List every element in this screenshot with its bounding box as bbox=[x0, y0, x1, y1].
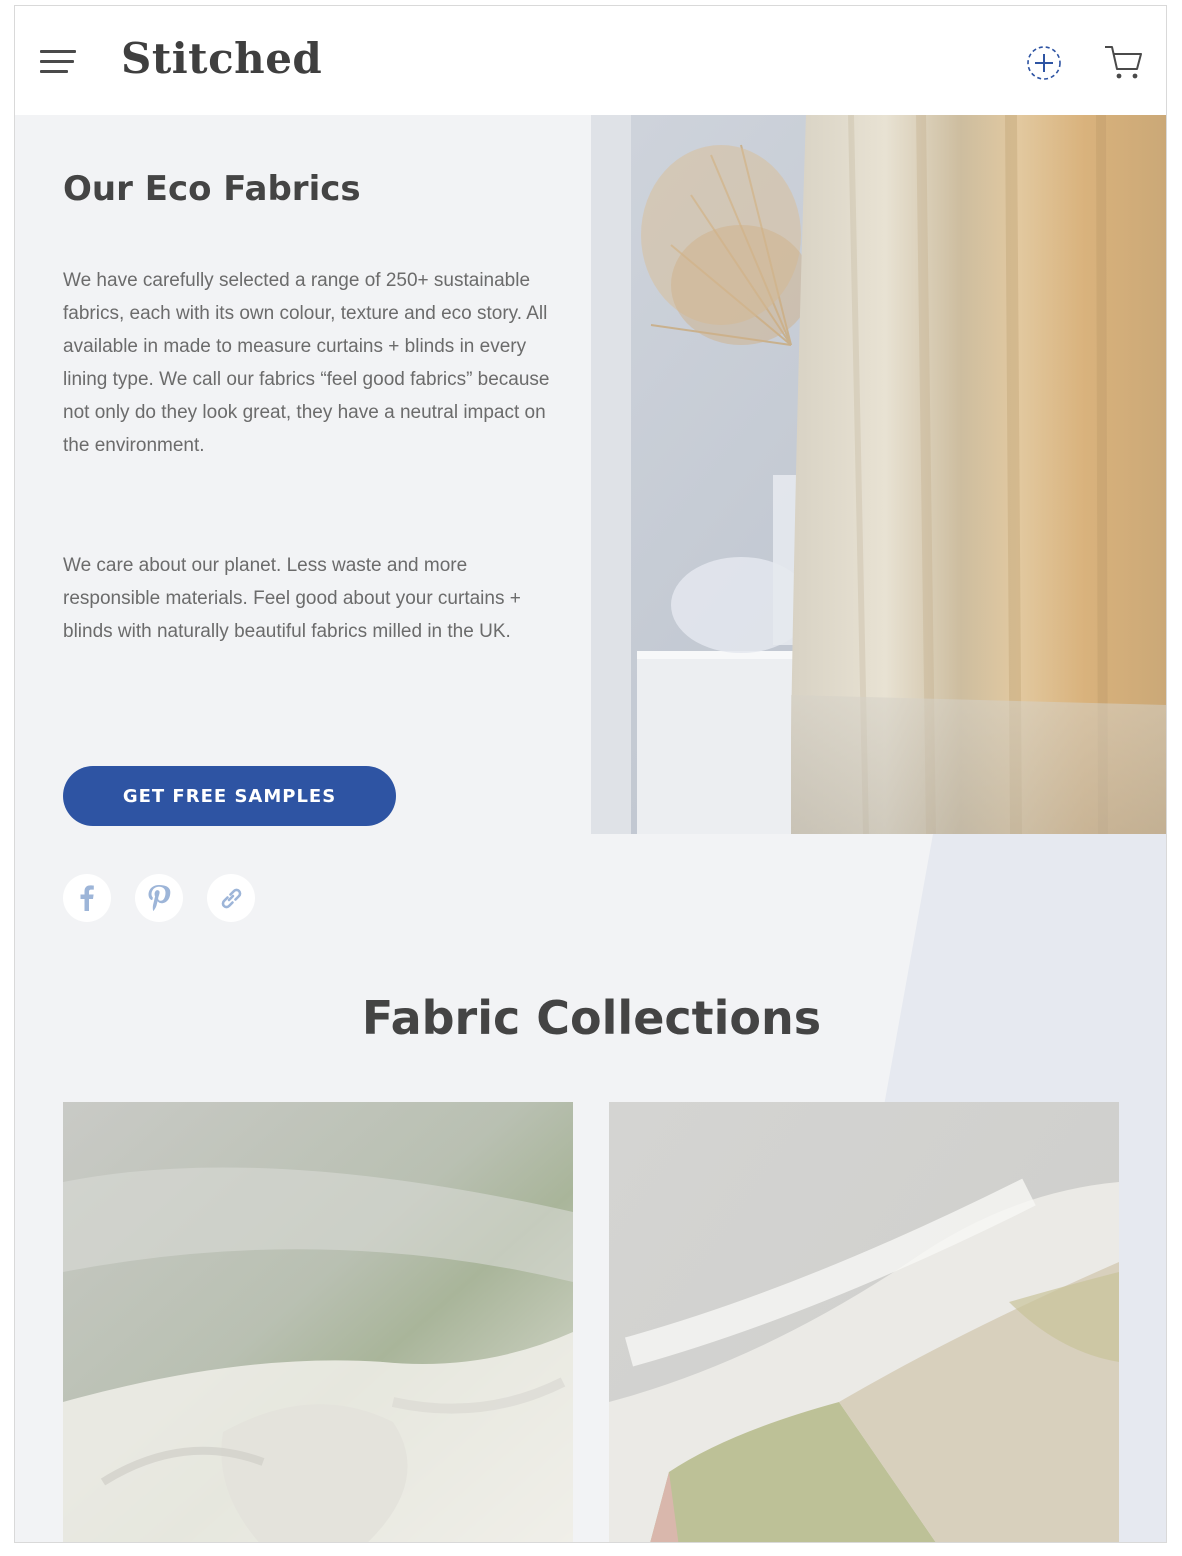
link-icon bbox=[221, 888, 242, 909]
collection-image-cotton[interactable] bbox=[609, 1102, 1119, 1543]
site-header: Stitched bbox=[15, 6, 1166, 115]
hero-paragraph-2: We care about our planet. Less waste and… bbox=[63, 555, 521, 642]
collection-image-sheer[interactable] bbox=[63, 1102, 573, 1543]
cart-icon[interactable] bbox=[1103, 41, 1145, 83]
hero-curtain-image bbox=[591, 115, 1166, 834]
pinterest-icon bbox=[148, 885, 171, 911]
site-logo[interactable]: Stitched bbox=[121, 34, 322, 83]
add-sample-icon[interactable] bbox=[1025, 44, 1063, 82]
hero-paragraph-1: We have carefully selected a range of 25… bbox=[63, 270, 550, 456]
hamburger-menu-icon[interactable] bbox=[40, 48, 76, 76]
page-frame: Stitched Our Eco Fabrics We have careful… bbox=[14, 5, 1167, 1543]
copy-link-button[interactable] bbox=[207, 874, 255, 922]
fabric-collections-title: Fabric Collections bbox=[361, 991, 822, 1045]
get-free-samples-button[interactable]: GET FREE SAMPLES bbox=[63, 766, 396, 826]
facebook-icon bbox=[80, 885, 94, 911]
hero-title: Our Eco Fabrics bbox=[63, 169, 361, 209]
facebook-share-button[interactable] bbox=[63, 874, 111, 922]
pinterest-share-button[interactable] bbox=[135, 874, 183, 922]
